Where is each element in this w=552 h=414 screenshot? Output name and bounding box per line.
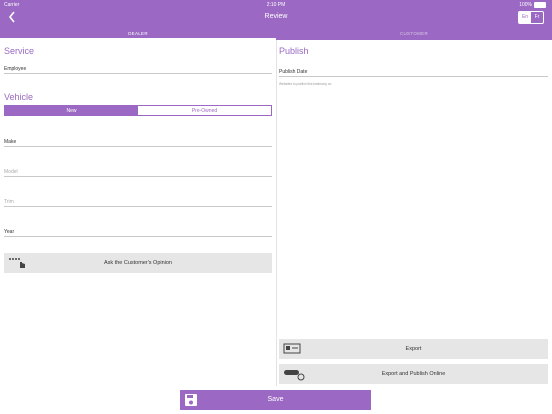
export-label: Export: [405, 346, 422, 352]
make-underline: [4, 146, 272, 147]
save-button[interactable]: Save: [180, 390, 371, 410]
condition-new-option[interactable]: New: [5, 106, 138, 115]
page-title: Review: [264, 13, 288, 20]
employee-underline: [4, 73, 272, 74]
export-publish-label: Export and Publish Online: [381, 371, 446, 377]
year-field[interactable]: Year: [4, 229, 14, 235]
publish-section-title: Publish: [279, 46, 309, 56]
lang-en-option[interactable]: En: [519, 12, 531, 23]
service-section-title: Service: [4, 46, 35, 56]
make-field[interactable]: Make: [4, 139, 16, 145]
tab-customer[interactable]: CUSTOMER: [276, 30, 552, 40]
floppy-disk-icon: [185, 394, 197, 406]
export-publish-button[interactable]: Export and Publish Online: [279, 364, 548, 384]
year-underline: [4, 236, 272, 237]
vehicle-section-title: Vehicle: [4, 92, 34, 102]
battery-percent: 100%: [519, 2, 532, 8]
export-button[interactable]: Export: [279, 339, 548, 359]
panel-divider: [276, 40, 277, 386]
model-underline: [4, 176, 272, 177]
employee-field[interactable]: Employee: [4, 66, 26, 72]
tab-indicator: [0, 38, 276, 40]
trim-field[interactable]: Trim: [4, 199, 14, 205]
ask-opinion-label: Ask the Customer's Opinion: [104, 260, 172, 266]
language-switch[interactable]: En Fr: [518, 11, 544, 24]
save-label: Save: [267, 396, 284, 403]
status-bar: Carrier 2:10 PM 100%: [0, 0, 552, 9]
publish-date-underline: [279, 76, 548, 77]
publish-hint: Websites to publish this testimony on: [279, 82, 332, 86]
lang-fr-option[interactable]: Fr: [531, 12, 543, 23]
publish-date-field[interactable]: Publish Date: [279, 69, 307, 75]
trim-underline: [4, 206, 272, 207]
condition-segmented-control[interactable]: New Pre-Owned: [4, 105, 272, 116]
status-time: 2:10 PM: [266, 2, 286, 8]
battery-status: 100%: [519, 2, 546, 8]
battery-icon: [534, 2, 546, 8]
condition-preowned-option[interactable]: Pre-Owned: [138, 106, 271, 115]
model-field[interactable]: Model: [4, 169, 18, 175]
ask-opinion-button[interactable]: Ask the Customer's Opinion: [4, 253, 272, 273]
